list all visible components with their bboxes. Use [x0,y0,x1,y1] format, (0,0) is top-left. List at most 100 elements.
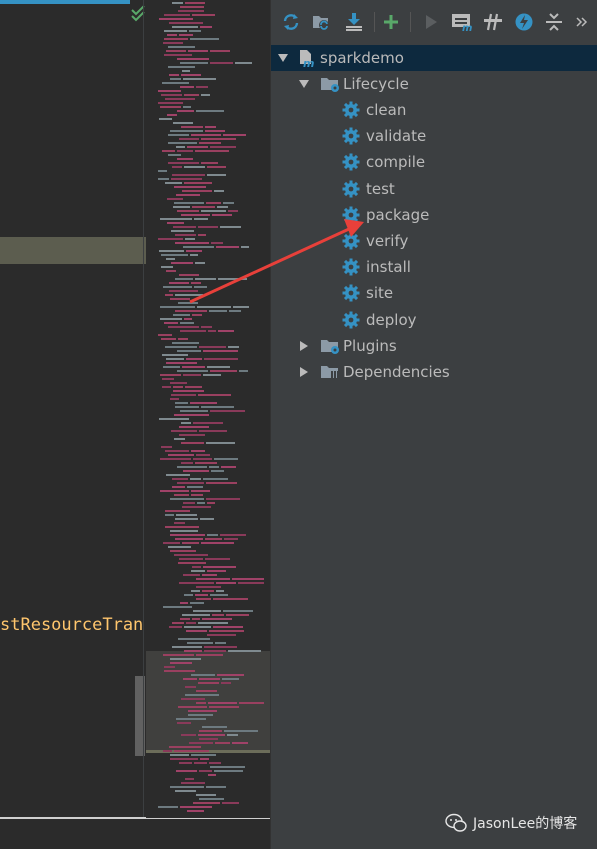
minimap-line [228,346,239,348]
minimap-line [173,314,190,316]
tree-item-plugins[interactable]: Plugins [271,333,597,359]
minimap-line [210,766,245,768]
goal-compile[interactable]: compile [271,149,597,175]
goal-label: site [366,284,394,303]
toggle-offline-icon[interactable] [481,10,505,34]
minimap-line [169,290,198,292]
minimap-line [163,654,194,656]
maven-project-icon: m [297,49,315,70]
code-minimap[interactable] [146,0,270,818]
expand-arrow-icon[interactable] [298,78,310,90]
expand-arrow-icon[interactable] [277,52,289,64]
minimap-line [186,630,207,632]
minimap-line [159,18,193,20]
minimap-line [180,6,204,8]
minimap-line [164,14,190,16]
minimap-line [165,514,174,516]
minimap-line [158,178,169,180]
minimap-line [163,286,192,288]
gear-icon [342,101,360,119]
minimap-line [216,246,239,248]
wechat-icon [445,813,467,832]
minimap-line [177,150,193,152]
reimport-icon[interactable] [279,10,303,34]
minimap-line [158,806,178,808]
watermark: JasonLee的博客 [445,812,577,834]
minimap-line [195,462,217,464]
minimap-line [174,522,185,524]
minimap-line [196,654,223,656]
download-icon[interactable] [342,10,366,34]
minimap-line [185,2,205,4]
minimap-line [196,702,206,704]
tree-item-dependencies[interactable]: Dependencies [271,359,597,385]
lifecycle-label: Lifecycle [343,75,409,93]
collapsed-arrow-icon[interactable] [298,366,310,378]
toolbar-separator [374,12,375,32]
minimap-line [175,406,199,408]
project-name: sparkdemo [320,49,404,67]
minimap-line [168,454,194,456]
minimap-line [187,146,208,148]
minimap-line [182,614,210,616]
minimap-line [185,694,219,696]
goal-package[interactable]: package [271,202,597,228]
goal-clean[interactable]: clean [271,97,597,123]
minimap-line [210,594,228,596]
minimap-line [182,366,205,368]
add-project-icon[interactable] [379,10,403,34]
skip-tests-icon[interactable] [512,10,536,34]
minimap-line [180,806,212,808]
more-icon[interactable] [570,10,594,34]
minimap-line [207,366,230,368]
minimap-line [177,210,199,212]
minimap-line [170,662,192,664]
minimap-line [196,690,217,692]
goal-site[interactable]: site [271,280,597,306]
collapsed-arrow-icon[interactable] [298,340,310,352]
minimap-line [205,126,216,128]
goal-deploy[interactable]: deploy [271,307,597,333]
minimap-line [241,246,249,248]
goal-test[interactable]: test [271,176,597,202]
minimap-line [159,250,184,252]
minimap-line [191,494,203,496]
minimap-line [167,114,177,116]
collapse-all-icon[interactable] [542,10,566,34]
goal-validate[interactable]: validate [271,123,597,149]
minimap-line [181,126,203,128]
minimap-line [233,306,249,308]
minimap-line [204,358,238,360]
generate-sources-icon[interactable] [309,10,333,34]
minimap-line [203,374,221,376]
minimap-line [180,618,190,620]
minimap-line [172,2,183,4]
minimap-line [199,678,220,680]
minimap-line [171,394,196,396]
minimap-line [180,322,194,324]
minimap-line [186,622,196,624]
goal-install[interactable]: install [271,254,597,280]
minimap-line [166,50,186,52]
minimap-line [212,214,232,216]
gear-icon [342,311,360,329]
minimap-line [212,614,224,616]
minimap-line [221,682,231,684]
minimap-line [223,202,234,204]
goal-verify[interactable]: verify [271,228,597,254]
minimap-line [164,666,175,668]
minimap-line [191,450,205,452]
minimap-line [207,634,236,636]
minimap-line [176,194,200,196]
minimap-line [201,542,234,544]
minimap-line [169,282,189,284]
tree-item-sparkdemo[interactable]: m sparkdemo [271,45,597,71]
minimap-line [191,134,221,136]
tree-item-lifecycle[interactable]: Lifecycle [271,71,597,97]
minimap-line [190,602,204,604]
minimap-line [207,502,215,504]
code-editor[interactable]: stResourceTran [0,0,146,849]
run-icon[interactable] [419,10,443,34]
minimap-line [200,758,209,760]
execute-goal-icon[interactable]: m [450,10,474,34]
